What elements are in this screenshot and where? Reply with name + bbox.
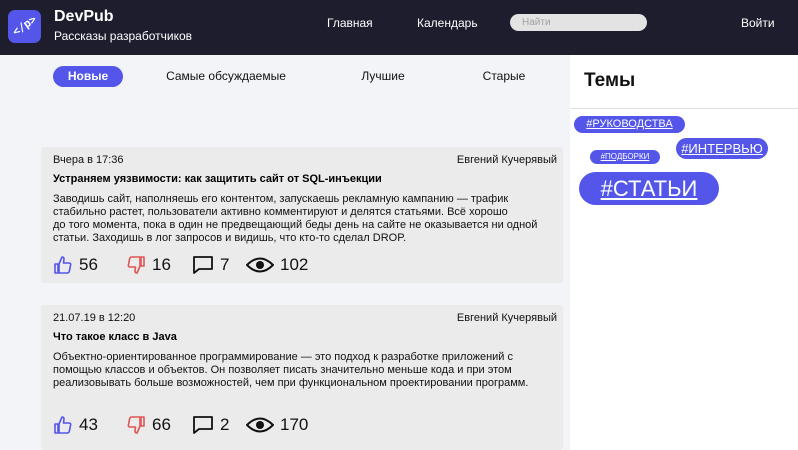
nav-home-link[interactable]: Главная (327, 16, 373, 30)
post-body-line: Объектно-ориентированное программировани… (53, 351, 513, 363)
comment-count: 7 (220, 255, 230, 274)
logo-icon[interactable]: </p> (8, 10, 41, 43)
dislike-button[interactable]: 16 (126, 255, 171, 275)
posts-feed: Новые Самые обсуждаемые Лучшие Старые Вч… (0, 55, 570, 450)
post-author[interactable]: Евгений Кучерявый (457, 312, 557, 324)
search-input[interactable] (510, 14, 647, 31)
tag-collections[interactable]: #ПОДБОРКИ (590, 150, 660, 164)
tab-new[interactable]: Новые (53, 66, 123, 87)
tag-guides[interactable]: #РУКОВОДСТВА (574, 116, 685, 133)
post-body-line: стабильно растет, пользователи активно к… (53, 206, 508, 218)
thumb-down-icon (127, 416, 145, 434)
post-date: 21.07.19 в 12:20 (53, 312, 136, 324)
top-header: </p> DevPub Рассказы разработчиков Главн… (0, 0, 798, 55)
views-counter: 170 (246, 415, 308, 435)
tab-old[interactable]: Старые (474, 66, 534, 87)
login-link[interactable]: Войти (741, 16, 775, 30)
post-body: Заводишь сайт, наполняешь его контентом,… (53, 193, 558, 245)
dislike-button[interactable]: 66 (126, 415, 171, 435)
comment-icon (193, 256, 213, 274)
eye-icon (246, 417, 274, 433)
logo-text: </p> (9, 12, 40, 39)
topics-title: Темы (584, 70, 636, 91)
thumb-down-icon (127, 256, 145, 274)
comment-icon (193, 416, 213, 434)
views-counter: 102 (246, 255, 308, 275)
tag-interview[interactable]: #ИНТЕРВЬЮ (676, 138, 768, 159)
comment-count: 2 (220, 415, 230, 434)
view-count: 102 (280, 255, 309, 274)
dislike-count: 66 (152, 415, 171, 434)
tab-best[interactable]: Лучшие (352, 66, 414, 87)
like-button[interactable]: 56 (53, 255, 98, 275)
like-count: 56 (79, 255, 98, 274)
tab-most-discussed[interactable]: Самые обсуждаемые (160, 66, 292, 87)
sidebar-divider (570, 108, 798, 109)
thumb-up-icon (54, 256, 72, 274)
brand-name[interactable]: DevPub (54, 8, 114, 26)
post-body-line: помощью классов и объектов. Он позволяет… (53, 364, 512, 376)
tag-articles[interactable]: #СТАТЬИ (579, 172, 719, 205)
post-date: Вчера в 17:36 (53, 154, 124, 166)
like-button[interactable]: 43 (53, 415, 98, 435)
comments-button[interactable]: 7 (192, 255, 229, 275)
topics-sidebar (570, 55, 798, 450)
comments-button[interactable]: 2 (192, 415, 229, 435)
post-body-line: статьи. Заходишь в лог запросов и видишь… (53, 232, 407, 244)
post-body-line: до того момента, пока в один не предвеща… (53, 219, 538, 231)
post-body-line: реализовывать больше возможностей, чем п… (53, 377, 529, 389)
nav-calendar-link[interactable]: Календарь (417, 16, 478, 30)
post-body-line: Заводишь сайт, наполняешь его контентом,… (53, 193, 509, 205)
post-title[interactable]: Устраняем уязвимости: как защитить сайт … (53, 173, 382, 185)
post-body: Объектно-ориентированное программировани… (53, 351, 558, 390)
post-author[interactable]: Евгений Кучерявый (457, 154, 557, 166)
brand-subtitle: Рассказы разработчиков (54, 29, 193, 43)
post-title[interactable]: Что такое класс в Java (53, 331, 177, 343)
like-count: 43 (79, 415, 98, 434)
thumb-up-icon (54, 416, 72, 434)
eye-icon (246, 257, 274, 273)
dislike-count: 16 (152, 255, 171, 274)
post-card[interactable]: Вчера в 17:36 Евгений Кучерявый Устраняе… (41, 147, 563, 283)
post-card[interactable]: 21.07.19 в 12:20 Евгений Кучерявый Что т… (41, 305, 563, 450)
view-count: 170 (280, 415, 309, 434)
